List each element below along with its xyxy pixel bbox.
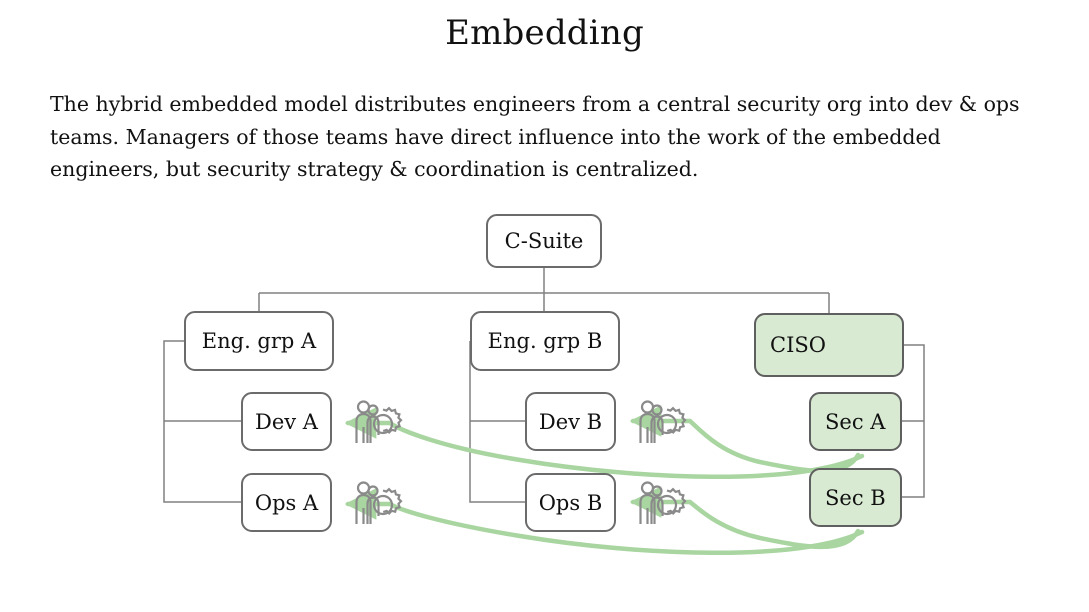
node-label: Ops A (254, 490, 319, 515)
node-label: Sec A (825, 409, 886, 434)
node-label: Dev B (538, 409, 603, 434)
node-label: CISO (770, 333, 826, 357)
org-chart-diagram: C-Suite Eng. grp A Eng. grp B CISO Dev A… (0, 0, 1089, 612)
person-gear-icon (639, 481, 687, 524)
node-c-suite[interactable]: C-Suite (486, 214, 602, 268)
node-eng-grp-a[interactable]: Eng. grp A (184, 311, 334, 371)
person-gear-icon (355, 400, 403, 443)
node-label: Dev A (255, 409, 318, 434)
node-dev-b[interactable]: Dev B (525, 392, 616, 451)
node-label: C-Suite (504, 229, 584, 253)
node-ops-a[interactable]: Ops A (241, 473, 332, 532)
person-gear-icon (639, 400, 687, 443)
node-ciso[interactable]: CISO (754, 313, 904, 377)
node-label: Ops B (538, 490, 603, 515)
node-label: Eng. grp A (201, 329, 317, 353)
node-label: Sec B (825, 485, 886, 510)
node-dev-a[interactable]: Dev A (241, 392, 332, 451)
node-eng-grp-b[interactable]: Eng. grp B (470, 311, 620, 371)
node-sec-a[interactable]: Sec A (809, 392, 902, 451)
slide-canvas: Embedding The hybrid embedded model dist… (0, 0, 1089, 612)
person-gear-icon (355, 481, 403, 524)
node-ops-b[interactable]: Ops B (525, 473, 616, 532)
node-sec-b[interactable]: Sec B (809, 468, 902, 527)
node-label: Eng. grp B (487, 329, 603, 353)
